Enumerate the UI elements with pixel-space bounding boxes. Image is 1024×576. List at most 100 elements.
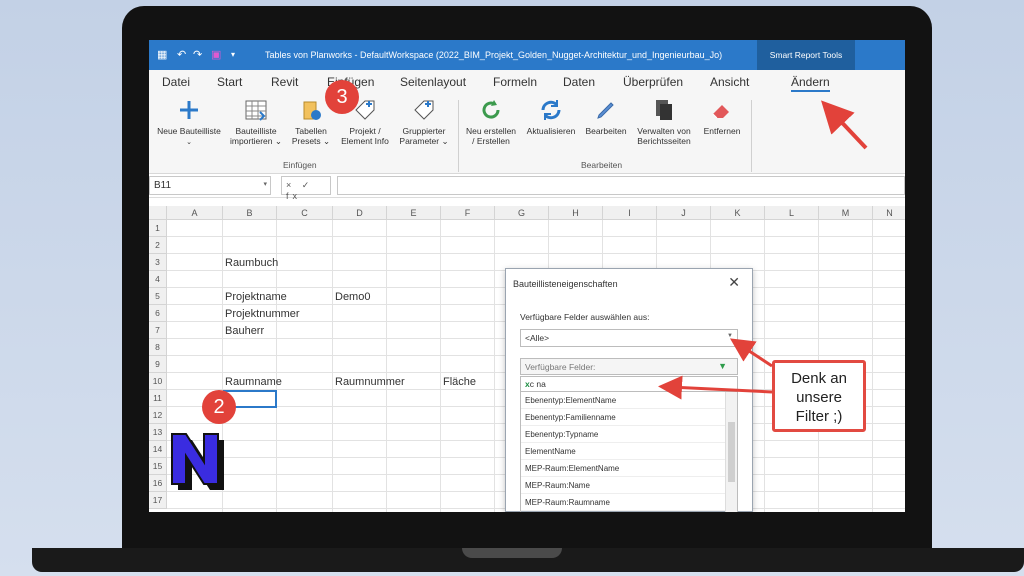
row-header-9[interactable]: 9 [149,356,167,373]
list-item[interactable]: Ebenentyp:Typname [521,426,737,443]
tab-datei[interactable]: Datei [162,75,190,89]
row-header-13[interactable]: 13 [149,424,167,441]
list-item[interactable]: ElementName [521,443,737,460]
step-badge-2: 2 [202,390,236,424]
row-header-7[interactable]: 7 [149,322,167,339]
column-header-g[interactable]: G [495,206,549,220]
chevron-down-icon[interactable]: ▾ [263,180,267,188]
row-header-11[interactable]: 11 [149,390,167,407]
column-header-l[interactable]: L [765,206,819,220]
row-header-2[interactable]: 2 [149,237,167,254]
column-header-h[interactable]: H [549,206,603,220]
table-import-icon [245,100,267,121]
row-header-3[interactable]: 3 [149,254,167,271]
excel-icon: x [525,379,530,389]
row-header-12[interactable]: 12 [149,407,167,424]
tab-seitenlayout[interactable]: Seitenlayout [400,75,466,89]
column-header-d[interactable]: D [333,206,387,220]
column-header-a[interactable]: A [167,206,223,220]
smart-report-tools-tab[interactable]: Smart Report Tools [757,40,855,70]
bauteillisteneigenschaften-dialog: Bauteillisteneigenschaften ✕ Verfügbare … [505,268,753,512]
tab-ueberpruefen[interactable]: Überprüfen [623,75,683,89]
column-header-j[interactable]: J [657,206,711,220]
column-header-b[interactable]: B [223,206,277,220]
grid-line [167,236,905,237]
cell-b5[interactable]: Projektname [225,291,287,303]
cell-b10[interactable]: Raumname [225,376,282,388]
row-header-10[interactable]: 10 [149,373,167,390]
list-item[interactable]: MEP-Raum:Raumname [521,494,737,511]
tab-start[interactable]: Start [217,75,242,89]
aktualisieren-label: Aktualisieren [526,126,576,136]
column-header-i[interactable]: I [603,206,657,220]
projekt-label-2: Element Info [341,136,389,146]
grid-line [440,220,441,512]
filter-hint-callout: Denk an unsere Filter ;) [772,360,866,432]
neue-bauteilliste-button[interactable]: Neue Bauteilliste ⌄ [153,98,225,148]
row-header-17[interactable]: 17 [149,492,167,509]
column-header-m[interactable]: M [819,206,873,220]
bearbeiten-button[interactable]: Bearbeiten [581,98,631,136]
fields-search-input[interactable]: xc na [520,376,738,392]
entfernen-button[interactable]: Entfernen [699,98,745,136]
redo-icon[interactable]: ↷ [193,48,202,61]
column-header-f[interactable]: F [441,206,495,220]
import-label-1: Bauteilliste [235,126,277,136]
quick-access-dropdown-icon[interactable]: ▾ [231,50,235,59]
step-badge-3: 3 [325,80,359,114]
row-header-6[interactable]: 6 [149,305,167,322]
verwalten-berichtsseiten-button[interactable]: Verwalten von Berichtsseiten [631,98,697,146]
chevron-down-icon[interactable]: ▼ [727,333,733,339]
bauteilliste-importieren-button[interactable]: Bauteilliste importieren ⌄ [227,98,285,146]
cell-b6[interactable]: Projektnummer [225,308,300,320]
list-item[interactable]: MEP-Raum:ElementName [521,460,737,477]
table-icon[interactable]: ▦ [157,48,167,61]
cell-b3[interactable]: Raumbuch [225,257,278,269]
row-header-4[interactable]: 4 [149,271,167,288]
cell-d10[interactable]: Raumnummer [335,376,405,388]
undo-icon[interactable]: ↶ [177,48,186,61]
neu-erstellen-button[interactable]: Neu erstellen / Erstellen [461,98,521,146]
list-item[interactable]: MEP-Raum:Name [521,477,737,494]
row-header-16[interactable]: 16 [149,475,167,492]
tab-daten[interactable]: Daten [563,75,595,89]
tab-revit[interactable]: Revit [271,75,298,89]
row-header-8[interactable]: 8 [149,339,167,356]
callout-line-1: Denk an [791,370,847,387]
pages-icon [656,100,672,120]
filter-icon[interactable]: ▼ [718,361,727,371]
tab-ansicht[interactable]: Ansicht [710,75,749,89]
tab-formeln[interactable]: Formeln [493,75,537,89]
formula-input[interactable] [337,176,905,195]
gruppierter-parameter-button[interactable]: Gruppierter Parameter ⌄ [395,98,453,146]
grid-line [494,220,495,512]
row-header-15[interactable]: 15 [149,458,167,475]
dialog-title: Bauteillisteneigenschaften [513,279,618,289]
column-header-e[interactable]: E [387,206,441,220]
available-fields-list[interactable]: Ebenentyp:ElementName Ebenentyp:Familien… [520,392,738,512]
scrollbar-thumb[interactable] [728,422,735,482]
cell-b7[interactable]: Bauherr [225,325,264,337]
tab-aendern[interactable]: Ändern [791,75,830,92]
list-item[interactable]: Ebenentyp:Familienname [521,409,737,426]
grid-line [764,220,765,512]
column-header-k[interactable]: K [711,206,765,220]
group-tag-icon [414,100,434,120]
fields-source-select[interactable]: <Alle> ▼ [520,329,738,347]
name-box[interactable]: B11 ▾ [149,176,271,195]
list-scrollbar[interactable] [725,392,737,512]
cell-d5[interactable]: Demo0 [335,291,370,303]
row-header-1[interactable]: 1 [149,220,167,237]
row-header-5[interactable]: 5 [149,288,167,305]
save-icon[interactable]: ▣ [211,48,221,61]
verwalten-label-2: Berichtsseiten [637,136,691,146]
row-header-14[interactable]: 14 [149,441,167,458]
list-item[interactable]: Ebenentyp:ElementName [521,392,737,409]
column-header-n[interactable]: N [873,206,905,220]
aktualisieren-button[interactable]: Aktualisieren [523,98,579,136]
formula-buttons[interactable]: × ✓ fx [281,176,331,201]
close-icon[interactable]: ✕ [728,274,740,291]
column-header-c[interactable]: C [277,206,333,220]
cell-f10[interactable]: Fläche [443,376,476,388]
select-all-corner[interactable] [149,206,167,220]
